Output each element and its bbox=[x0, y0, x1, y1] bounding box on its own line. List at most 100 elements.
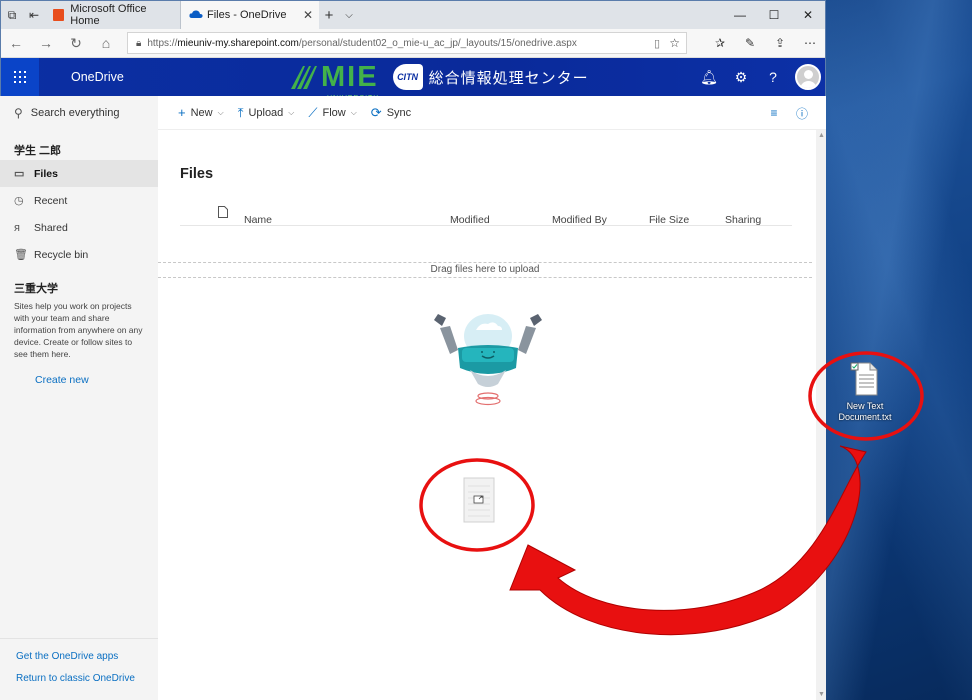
minimize-button[interactable]: — bbox=[723, 1, 757, 29]
vertical-scrollbar[interactable]: ▲ ▼ bbox=[816, 130, 826, 700]
people-icon: ᴙ bbox=[14, 221, 20, 234]
onedrive-body: ⚲ Search everything 学生 二郎 ▭ Files ◷ Rece… bbox=[0, 96, 826, 700]
file-label-line1: New Text bbox=[846, 401, 884, 411]
home-icon[interactable]: ⌂ bbox=[91, 35, 121, 51]
tab-files-onedrive[interactable]: Files - OneDrive ✕ bbox=[181, 1, 319, 29]
office-icon bbox=[53, 9, 65, 21]
flow-label: Flow bbox=[322, 106, 346, 119]
more-menu-icon[interactable]: ⋯ bbox=[795, 36, 825, 50]
flow-button[interactable]: ⟋ Flow ⌵ bbox=[308, 105, 356, 121]
sidebar-footer: Get the OneDrive apps Return to classic … bbox=[0, 638, 158, 700]
app-name[interactable]: OneDrive bbox=[71, 70, 124, 84]
new-label: New bbox=[190, 106, 213, 119]
nav-label: Recycle bin bbox=[34, 248, 89, 261]
nav-item-files[interactable]: ▭ Files bbox=[0, 160, 158, 187]
scroll-up-icon[interactable]: ▲ bbox=[818, 132, 825, 139]
chevron-down-icon: ⌵ bbox=[454, 214, 461, 223]
maximize-button[interactable]: ☐ bbox=[757, 1, 791, 29]
sites-description: Sites help you work on projects with you… bbox=[14, 301, 143, 359]
desktop-file-new-text-document[interactable]: New Text Document.txt bbox=[836, 362, 894, 423]
url-path: /personal/student02_o_mie-u_ac_jp/_layou… bbox=[298, 37, 577, 49]
suite-header: OneDrive MIE UNIVERSITY CITN 総合情報処理センター … bbox=[1, 58, 825, 102]
get-apps-link[interactable]: Get the OneDrive apps bbox=[0, 651, 158, 673]
chevron-down-icon: ⌵ bbox=[288, 107, 295, 117]
reading-view-icon[interactable]: ▯ bbox=[654, 37, 660, 50]
favorites-list-icon[interactable]: ✰ bbox=[705, 36, 735, 50]
nav-item-recycle-bin[interactable]: 🗑︎ Recycle bin bbox=[0, 241, 158, 268]
university-logo: MIE UNIVERSITY CITN 総合情報処理センター bbox=[289, 61, 589, 102]
center-badge: CITN bbox=[392, 64, 423, 90]
info-icon[interactable]: ⓘ bbox=[788, 105, 816, 122]
classic-onedrive-link[interactable]: Return to classic OneDrive bbox=[0, 673, 158, 695]
center-name: 総合情報処理センター bbox=[428, 69, 589, 87]
tab-label: Files - OneDrive bbox=[207, 9, 287, 21]
forward-arrow-icon[interactable]: → bbox=[31, 35, 61, 51]
main-content: + New ⌵ ⤒ Upload ⌵ ⟋ Flow ⌵ ⟳ Sync ≡ ⓘ F… bbox=[158, 96, 826, 700]
upload-button[interactable]: ⤒ Upload ⌵ bbox=[238, 105, 295, 121]
window-controls: — ☐ ✕ bbox=[723, 1, 825, 29]
back-arrow-icon[interactable]: ← bbox=[1, 35, 31, 51]
file-label-line2: Document.txt bbox=[838, 412, 892, 422]
notification-bell-icon[interactable]: 🔔︎ bbox=[693, 69, 725, 86]
view-options: ≡ ⓘ bbox=[760, 96, 816, 130]
sync-button[interactable]: ⟳ Sync bbox=[371, 105, 411, 121]
desktop-file-label: New Text Document.txt bbox=[836, 401, 894, 423]
tab-office-home[interactable]: Microsoft Office Home bbox=[45, 1, 181, 29]
help-icon[interactable]: ? bbox=[757, 69, 789, 85]
nav-item-recent[interactable]: ◷ Recent bbox=[0, 187, 158, 214]
url-prefix: https:// bbox=[147, 37, 178, 49]
chevron-down-icon: ⌵ bbox=[248, 214, 255, 223]
desktop-background bbox=[826, 0, 972, 700]
browser-toolbar: ✰ ✎ ⇪ ⋯ bbox=[705, 36, 825, 50]
text-file-icon bbox=[850, 362, 878, 396]
share-icon[interactable]: ⇪ bbox=[765, 36, 795, 50]
url-field[interactable]: 🔒︎ https://mieuniv-my.sharepoint.com/per… bbox=[127, 32, 687, 54]
tab-bar: ⧉ ⇤ Microsoft Office Home Files - OneDri… bbox=[1, 1, 825, 29]
trash-icon: 🗑︎ bbox=[14, 249, 28, 261]
upload-arrow-icon: ⤒ bbox=[237, 104, 244, 120]
org-heading: 三重大学 bbox=[14, 283, 58, 295]
chevron-down-icon: ⌵ bbox=[653, 214, 660, 223]
command-bar: + New ⌵ ⤒ Upload ⌵ ⟋ Flow ⌵ ⟳ Sync ≡ ⓘ bbox=[158, 96, 826, 130]
address-bar: ← → ↻ ⌂ 🔒︎ https://mieuniv-my.sharepoint… bbox=[1, 29, 825, 58]
mie-leaf-icon bbox=[291, 66, 317, 89]
column-header-row: Name ⌵ Modified ⌵ Modified By ⌵ File Size ⌵ … bbox=[180, 198, 792, 226]
page-title: Files bbox=[180, 166, 214, 182]
app-launcher-icon[interactable] bbox=[1, 58, 39, 96]
close-window-button[interactable]: ✕ bbox=[791, 1, 825, 29]
folder-icon: ▭ bbox=[14, 168, 25, 180]
favorite-star-icon[interactable]: ☆ bbox=[669, 36, 680, 50]
chevron-down-icon: ⌵ bbox=[217, 107, 224, 117]
pen-icon[interactable]: ✎ bbox=[735, 36, 765, 50]
search-box[interactable]: ⚲ Search everything bbox=[0, 96, 158, 130]
refresh-icon[interactable]: ↻ bbox=[61, 35, 91, 52]
onedrive-cloud-icon bbox=[189, 9, 203, 21]
chevron-down-icon: ⌵ bbox=[556, 214, 563, 223]
sync-label: Sync bbox=[386, 106, 412, 119]
tab-label: Microsoft Office Home bbox=[70, 3, 147, 27]
nav-label: Recent bbox=[34, 194, 68, 207]
close-tab-icon[interactable]: ✕ bbox=[303, 8, 313, 22]
tab-dropdown-icon[interactable]: ⌵ bbox=[339, 10, 359, 21]
clock-icon: ◷ bbox=[14, 195, 24, 207]
new-button[interactable]: + New ⌵ bbox=[178, 105, 224, 120]
nav-label: Shared bbox=[34, 221, 68, 234]
create-new-link[interactable]: Create new bbox=[0, 360, 158, 386]
empty-folder-robot-icon bbox=[434, 314, 542, 406]
scroll-down-icon[interactable]: ▼ bbox=[818, 691, 825, 698]
search-placeholder: Search everything bbox=[30, 107, 120, 119]
new-tab-button[interactable]: + bbox=[319, 7, 339, 24]
gear-icon[interactable]: ⚙ bbox=[725, 69, 757, 86]
search-icon: ⚲ bbox=[14, 106, 23, 120]
plus-icon: + bbox=[178, 105, 186, 120]
tab-actions-icon[interactable]: ⧉ bbox=[1, 1, 23, 29]
nav-item-shared[interactable]: ᴙ Shared bbox=[0, 214, 158, 241]
avatar[interactable] bbox=[795, 64, 821, 90]
lock-icon: 🔒︎ bbox=[136, 37, 142, 49]
upload-label: Upload bbox=[248, 106, 284, 119]
suite-actions: 🔔︎ ⚙ ? bbox=[693, 58, 825, 96]
file-type-icon[interactable] bbox=[218, 206, 228, 221]
set-aside-tabs-icon[interactable]: ⇤ bbox=[23, 1, 45, 29]
drop-zone[interactable]: Drag files here to upload bbox=[158, 262, 812, 278]
view-list-icon[interactable]: ≡ bbox=[760, 106, 788, 120]
